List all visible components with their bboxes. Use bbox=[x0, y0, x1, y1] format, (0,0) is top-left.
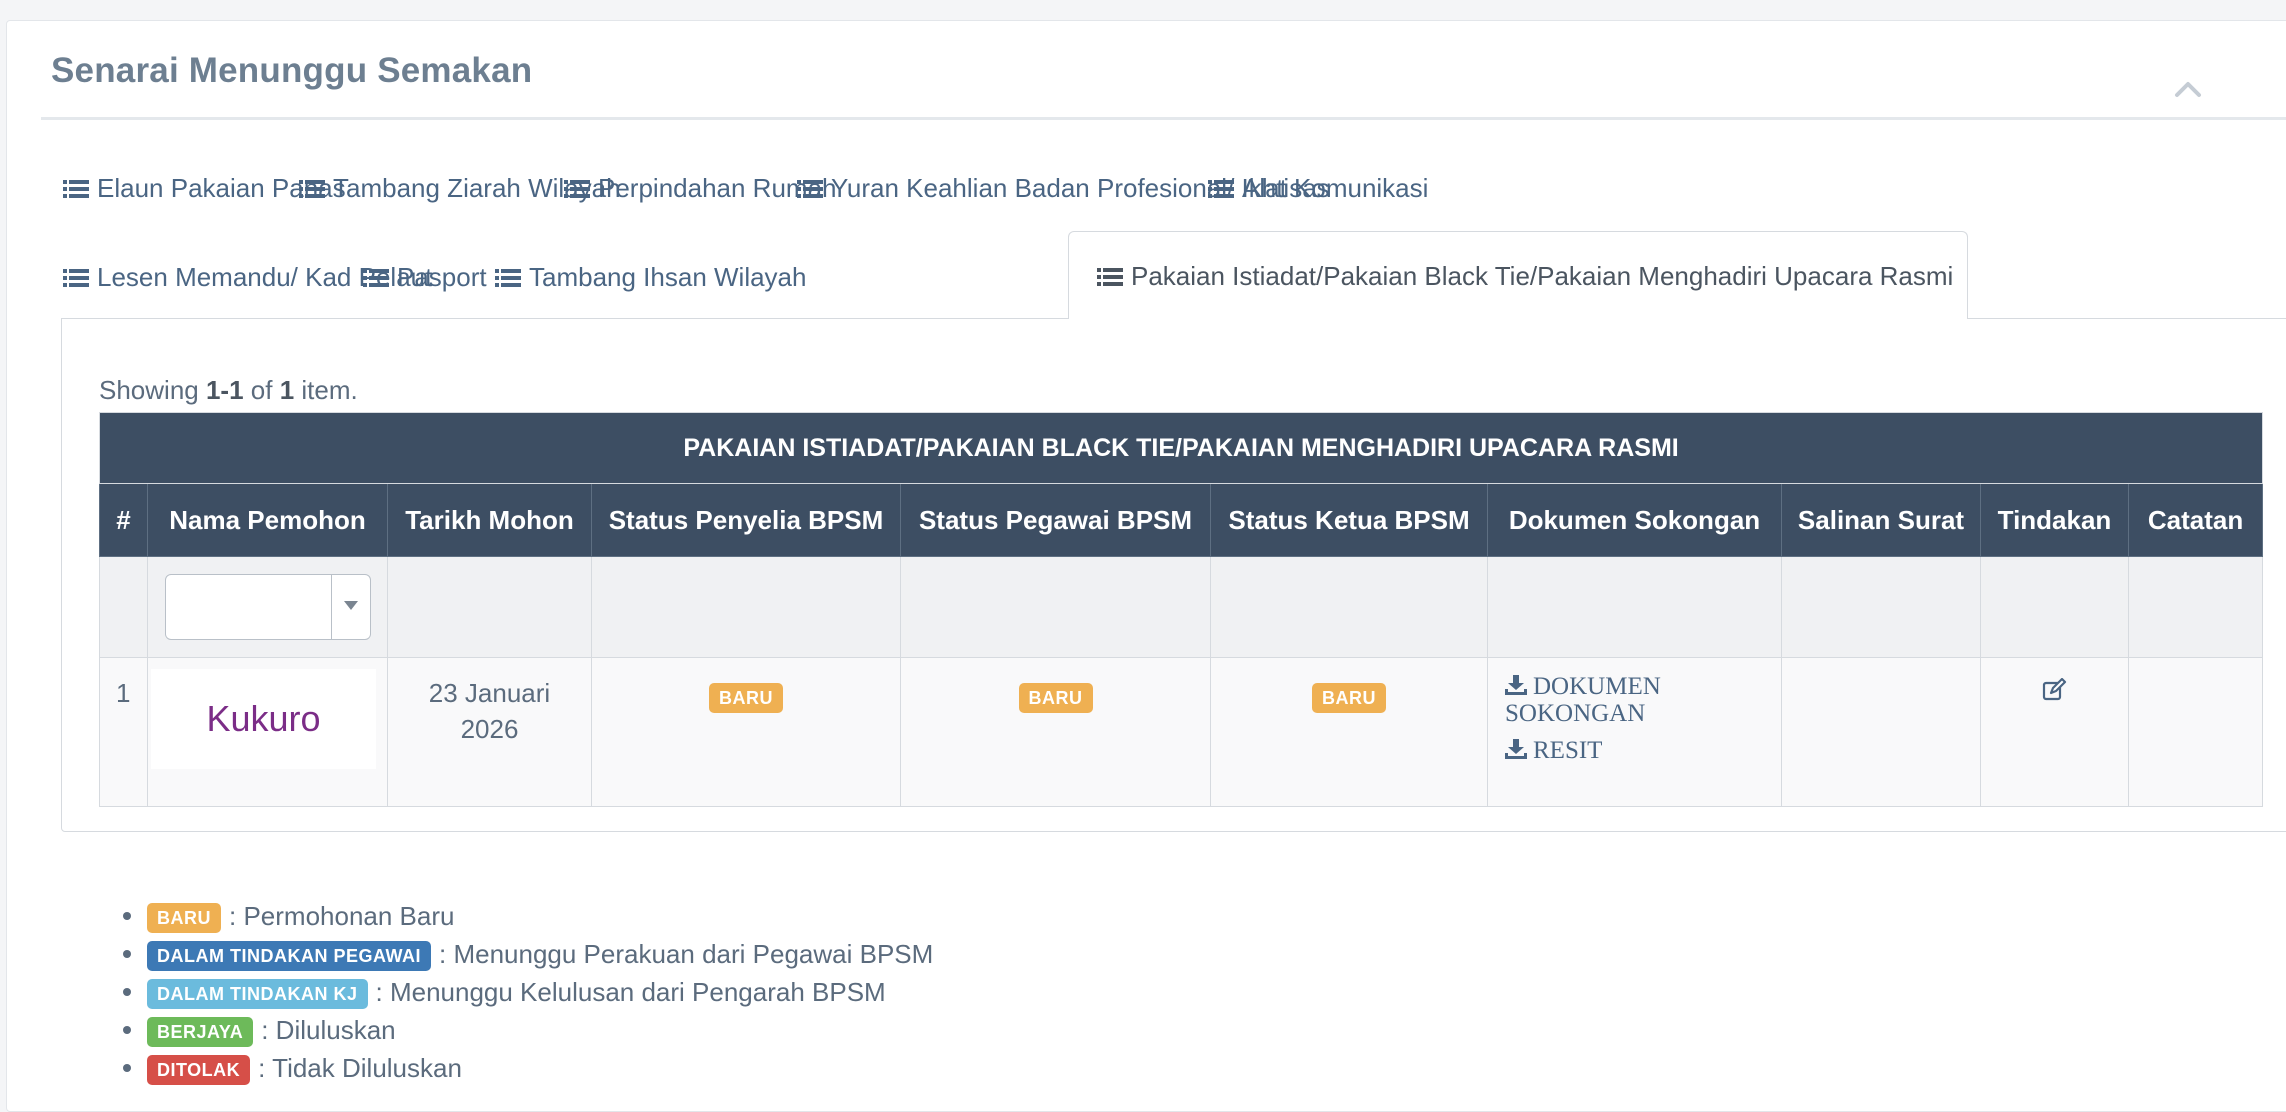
legend-item: DALAM TINDAKAN KJ: Menunggu Kelulusan da… bbox=[115, 973, 933, 1011]
panel-title: Senarai Menunggu Semakan bbox=[51, 51, 533, 90]
tab-perpindahan-rumah[interactable]: Perpindahan Rumah bbox=[564, 168, 837, 208]
summary-range: 1-1 bbox=[205, 375, 244, 405]
legend-item: BERJAYA: Diluluskan bbox=[115, 1011, 933, 1049]
summary-suffix: item. bbox=[294, 375, 358, 405]
salinan-surat-cell bbox=[1781, 657, 1981, 807]
legend-badge-dalam-tindakan-pegawai: DALAM TINDAKAN PEGAWAI bbox=[147, 941, 431, 971]
row-index: 1 bbox=[99, 657, 148, 807]
legend-item: DALAM TINDAKAN PEGAWAI : Menunggu Perakua… bbox=[115, 935, 933, 973]
legend-desc: : Menunggu Kelulusan dari Pengarah BPSM bbox=[375, 977, 886, 1007]
chevron-up-icon[interactable] bbox=[2173, 79, 2203, 99]
tab-label: Pakaian Istiadat/Pakaian Black Tie/Pakai… bbox=[1131, 261, 1954, 291]
column-header-status-pegawai[interactable]: Status Pegawai BPSM bbox=[900, 483, 1211, 557]
list-icon bbox=[63, 269, 89, 287]
dokumen-sokongan-label: DOKUMEN SOKONGAN bbox=[1505, 673, 1661, 727]
applicant-name: Kukuro bbox=[151, 669, 376, 769]
list-icon bbox=[1097, 268, 1123, 286]
legend-desc: : Diluluskan bbox=[261, 1015, 396, 1045]
resit-label: RESIT bbox=[1533, 737, 1603, 764]
legend-desc: : Menunggu Perakuan dari Pegawai BPSM bbox=[439, 939, 934, 969]
tab-tambang-ihsan-wilayah[interactable]: Tambang Ihsan Wilayah bbox=[495, 257, 806, 297]
resit-link[interactable]: RESIT bbox=[1505, 737, 1780, 764]
tab-label: Tambang Ihsan Wilayah bbox=[529, 262, 807, 292]
date-line-1: 23 Januari bbox=[428, 678, 551, 708]
legend-desc: : Tidak Diluluskan bbox=[258, 1053, 462, 1083]
legend-desc: : Permohonan Baru bbox=[229, 901, 455, 931]
download-icon bbox=[1505, 739, 1527, 759]
legend-badge-ditolak: DITOLAK bbox=[147, 1055, 251, 1085]
column-header-salinan-surat: Salinan Surat bbox=[1781, 483, 1981, 557]
tab-label: Pasport bbox=[397, 262, 487, 292]
dokumen-sokongan-link[interactable]: DOKUMEN SOKONGAN bbox=[1505, 673, 1780, 727]
list-icon bbox=[495, 269, 521, 287]
column-header-nama-pemohon[interactable]: Nama Pemohon bbox=[147, 483, 388, 557]
name-filter-select[interactable] bbox=[165, 574, 371, 640]
legend-badge-berjaya: BERJAYA bbox=[147, 1017, 254, 1047]
list-icon bbox=[797, 180, 823, 198]
results-summary: Showing 1-1 of 1 item. bbox=[99, 375, 358, 406]
waiting-list-panel: Senarai Menunggu Semakan Elaun Pakaian P… bbox=[6, 20, 2286, 1112]
list-icon bbox=[363, 269, 389, 287]
column-header-status-penyelia[interactable]: Status Penyelia BPSM bbox=[591, 483, 901, 557]
supporting-documents: DOKUMEN SOKONGAN RESIT bbox=[1489, 659, 1780, 764]
list-icon bbox=[1208, 180, 1234, 198]
edit-icon[interactable] bbox=[2042, 677, 2068, 702]
column-header-index: # bbox=[99, 483, 148, 557]
column-header-status-ketua[interactable]: Status Ketua BPSM bbox=[1210, 483, 1488, 557]
table-caption: PAKAIAN ISTIADAT/PAKAIAN BLACK TIE/PAKAI… bbox=[98, 412, 2264, 484]
tab-pasport[interactable]: Pasport bbox=[363, 257, 487, 297]
column-header-dokumen-sokongan: Dokumen Sokongan bbox=[1487, 483, 1782, 557]
status-badge-ketua: BARU bbox=[1312, 683, 1386, 713]
legend-item: DITOLAK: Tidak Diluluskan bbox=[115, 1049, 933, 1087]
filter-row bbox=[99, 556, 2264, 658]
summary-prefix: Showing bbox=[99, 375, 206, 405]
catatan-cell bbox=[2127, 657, 2264, 807]
status-legend: BARU : Permohonan Baru DALAM TINDAKAN PEG… bbox=[115, 897, 933, 1087]
tab-content: Showing 1-1 of 1 item. PAKAIAN ISTIADAT/… bbox=[61, 318, 2286, 832]
date-line-2: 2026 bbox=[460, 714, 519, 744]
application-date: 23 Januari 2026 bbox=[389, 659, 590, 747]
list-icon bbox=[564, 180, 590, 198]
column-header-catatan: Catatan bbox=[2127, 483, 2264, 557]
summary-total: 1 bbox=[279, 375, 295, 405]
list-icon bbox=[63, 180, 89, 198]
tab-alat-komunikasi[interactable]: Alat Komunikasi bbox=[1208, 168, 1428, 208]
legend-badge-baru: BARU bbox=[147, 903, 221, 933]
summary-mid: of bbox=[243, 375, 280, 405]
tab-pakaian-istiadat[interactable]: Pakaian Istiadat/Pakaian Black Tie/Pakai… bbox=[1068, 231, 1968, 319]
tab-label: Alat Komunikasi bbox=[1242, 173, 1429, 203]
table-row: 1 Kukuro 23 Januari 2026 BARU BARU BARU … bbox=[99, 657, 2264, 807]
download-icon bbox=[1505, 675, 1527, 695]
caret-down-icon bbox=[344, 601, 358, 610]
list-icon bbox=[299, 180, 325, 198]
status-badge-penyelia: BARU bbox=[709, 683, 783, 713]
column-header-tarikh-mohon[interactable]: Tarikh Mohon bbox=[387, 483, 592, 557]
applications-table: PAKAIAN ISTIADAT/PAKAIAN BLACK TIE/PAKAI… bbox=[98, 412, 2264, 807]
legend-item: BARU : Permohonan Baru bbox=[115, 897, 933, 935]
column-header-tindakan: Tindakan bbox=[1980, 483, 2129, 557]
status-badge-pegawai: BARU bbox=[1018, 683, 1093, 713]
legend-badge-dalam-tindakan-kj: DALAM TINDAKAN KJ bbox=[147, 979, 368, 1009]
title-divider bbox=[41, 117, 2286, 120]
